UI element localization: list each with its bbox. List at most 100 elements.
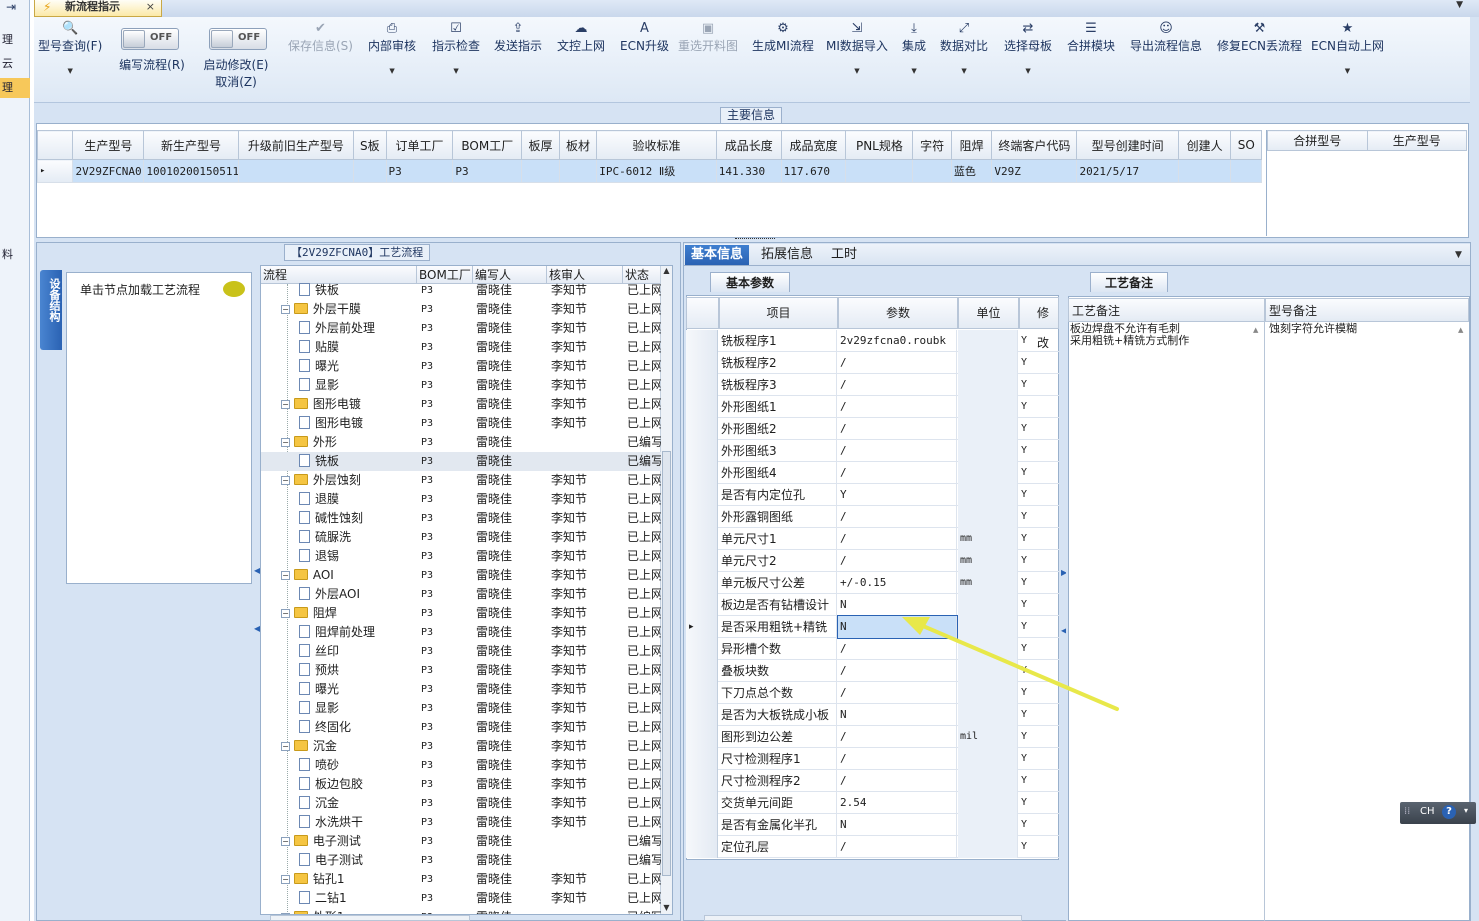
param-value[interactable]: /: [838, 770, 957, 792]
chevron-down-icon[interactable]: ▼: [1455, 250, 1462, 260]
collapse-icon[interactable]: −: [281, 571, 290, 580]
edit-flow-toggle[interactable]: OFF: [121, 28, 179, 50]
param-col-value[interactable]: 参数: [838, 297, 958, 329]
tree-row[interactable]: − 图形电镀 P3 雷晓佳 李知节 已上网: [261, 395, 661, 414]
tree-row[interactable]: 碱性蚀刻 P3 雷晓佳 李知节 已上网: [261, 509, 661, 528]
collapse-icon[interactable]: −: [281, 438, 290, 447]
toolbar-button-16[interactable]: ★ ECN自动上网 ▼: [1311, 21, 1384, 75]
tree-row[interactable]: 退膜 P3 雷晓佳 李知节 已上网: [261, 490, 661, 509]
param-value[interactable]: /: [838, 748, 957, 770]
scroll-up-icon[interactable]: ▲: [1458, 326, 1463, 334]
param-row[interactable]: 交货单元间距 2.54 Y: [686, 792, 1059, 814]
table-cell[interactable]: [521, 159, 560, 183]
modify-label[interactable]: 启动修改(E): [200, 57, 272, 73]
main-col-header[interactable]: 创建人: [1177, 130, 1232, 160]
param-row[interactable]: 外形图纸1/ Y: [686, 396, 1059, 418]
tree-row[interactable]: 预烘 P3 雷晓佳 李知节 已上网: [261, 661, 661, 680]
main-col-header[interactable]: PNL规格: [845, 130, 914, 160]
param-value[interactable]: /: [838, 418, 957, 440]
node-hint-panel[interactable]: 单击节点加载工艺流程: [66, 272, 252, 584]
param-row[interactable]: 铣板程序1 2v29zfcna0.roubk Y: [686, 330, 1059, 352]
tree-row[interactable]: 贴膜 P3 雷晓佳 李知节 已上网: [261, 338, 661, 357]
tree-row[interactable]: − 沉金 P3 雷晓佳 李知节 已上网: [261, 737, 661, 756]
tree-row[interactable]: − 外层干膜 P3 雷晓佳 李知节 已上网: [261, 300, 661, 319]
table-row[interactable]: ▸ 2V29ZFCNA0 10010200150511 P3 P3 IPC-6012 Ⅱ级…: [36, 159, 1262, 183]
param-value[interactable]: Y: [838, 484, 957, 506]
scroll-thumb[interactable]: [662, 451, 671, 876]
toolbar-button-12[interactable]: ⇄ 选择母板 ▼: [1004, 21, 1052, 75]
close-icon[interactable]: ×: [146, 0, 155, 13]
table-cell[interactable]: 10010200150511: [143, 159, 239, 183]
param-row[interactable]: 单元板尺寸公差 +/-0.15 mm Y: [686, 572, 1059, 594]
tree-row[interactable]: 喷砂 P3 雷晓佳 李知节 已上网: [261, 756, 661, 775]
chevron-down-icon[interactable]: ▾: [1464, 806, 1468, 815]
tree-row[interactable]: 曝光 P3 雷晓佳 李知节 已上网: [261, 680, 661, 699]
param-value[interactable]: /: [838, 462, 957, 484]
nav-item-2[interactable]: 云: [0, 54, 30, 74]
tree-row[interactable]: − 外层蚀刻 P3 雷晓佳 李知节 已上网: [261, 471, 661, 490]
param-value[interactable]: /: [838, 550, 957, 572]
window-tab[interactable]: ⚡ 新流程指示 ×: [34, 0, 162, 17]
param-col-item[interactable]: 项目: [719, 297, 838, 329]
param-row[interactable]: 尺寸检测程序1/ Y: [686, 748, 1059, 770]
ime-label[interactable]: CH: [1420, 806, 1435, 817]
toolbar-button-10[interactable]: ⤓ 集成 ▼: [902, 21, 926, 75]
main-col-header[interactable]: 成品宽度: [780, 130, 847, 160]
tree-row[interactable]: 丝印 P3 雷晓佳 李知节 已上网: [261, 642, 661, 661]
param-value[interactable]: /: [838, 374, 957, 396]
param-row[interactable]: 是否有金属化半孔 N Y: [686, 814, 1059, 836]
toolbar-button-5[interactable]: ☁ 文控上网: [557, 21, 605, 53]
tree-row[interactable]: 硫脲洗 P3 雷晓佳 李知节 已上网: [261, 528, 661, 547]
table-cell[interactable]: [845, 159, 914, 183]
table-cell[interactable]: P3: [452, 159, 523, 183]
cancel-label[interactable]: 取消(Z): [200, 74, 272, 90]
nav-item-3[interactable]: 理: [0, 78, 30, 98]
table-cell[interactable]: [1230, 159, 1262, 183]
param-row[interactable]: 外形图纸2/ Y: [686, 418, 1059, 440]
tree-row[interactable]: 外层AOI P3 雷晓佳 李知节 已上网: [261, 585, 661, 604]
param-row[interactable]: 单元尺寸2/mm Y: [686, 550, 1059, 572]
main-col-header[interactable]: 终端客户代码: [991, 130, 1078, 160]
param-col-unit[interactable]: 单位: [958, 297, 1019, 329]
table-cell[interactable]: 117.670: [780, 159, 847, 183]
collapse-icon[interactable]: −: [281, 875, 290, 884]
tree-row[interactable]: − 外形1P3雷晓佳已编写: [261, 908, 661, 914]
param-row[interactable]: 单元尺寸1/mm Y: [686, 528, 1059, 550]
toolbar-button-14[interactable]: ☺ 导出流程信息: [1130, 21, 1202, 53]
param-row[interactable]: 尺寸检测程序2/ Y: [686, 770, 1059, 792]
main-col-header[interactable]: BOM工厂: [452, 130, 523, 160]
help-icon[interactable]: ?: [1442, 805, 1456, 819]
subtab-basic-params[interactable]: 基本参数: [710, 272, 790, 292]
chevron-down-icon[interactable]: ▼: [1456, 0, 1463, 10]
tree-row[interactable]: 二钻1 P3 雷晓佳 李知节 已上网: [261, 889, 661, 908]
remarks-col-model[interactable]: 型号备注: [1265, 298, 1469, 322]
merge-col-header[interactable]: 合拼型号: [1267, 130, 1368, 151]
param-row[interactable]: 是否有内定位孔 Y Y: [686, 484, 1059, 506]
tree-row[interactable]: 曝光 P3 雷晓佳 李知节 已上网: [261, 357, 661, 376]
param-row[interactable]: 外形图纸4/ Y: [686, 462, 1059, 484]
chevron-down-icon[interactable]: ▼: [940, 67, 988, 75]
param-row[interactable]: 图形到边公差 / mil Y: [686, 726, 1059, 748]
table-cell[interactable]: [237, 159, 355, 183]
tree-row[interactable]: 显影 P3 雷晓佳 李知节 已上网: [261, 376, 661, 395]
toolbar-button-6[interactable]: A ECN升级: [620, 21, 669, 53]
table-cell[interactable]: [912, 159, 952, 183]
model-note[interactable]: 蚀刻字符允许模糊: [1269, 323, 1357, 335]
param-value[interactable]: /: [838, 396, 957, 418]
param-value[interactable]: /: [838, 726, 957, 748]
tree-row[interactable]: 板边包胶 P3 雷晓佳 李知节 已上网: [261, 775, 661, 794]
login-icon[interactable]: ⇥: [6, 0, 16, 14]
param-value[interactable]: /: [838, 440, 957, 462]
main-col-header[interactable]: 生产型号: [72, 130, 145, 160]
toolbar-button-4[interactable]: ⇪ 发送指示: [494, 21, 542, 53]
chevron-down-icon[interactable]: ▼: [38, 67, 102, 75]
table-cell[interactable]: [353, 159, 387, 183]
table-cell[interactable]: [1177, 159, 1232, 183]
param-row[interactable]: 外形图纸3/ Y: [686, 440, 1059, 462]
param-row[interactable]: 铣板程序3/ Y: [686, 374, 1059, 396]
tree-row[interactable]: − 电子测试 P3 雷晓佳 已编写: [261, 832, 661, 851]
tree-row[interactable]: 沉金 P3 雷晓佳 李知节 已上网: [261, 794, 661, 813]
chevron-down-icon[interactable]: ▼: [1311, 67, 1384, 75]
tree-row[interactable]: 图形电镀 P3 雷晓佳 李知节 已上网: [261, 414, 661, 433]
param-value[interactable]: N: [838, 814, 957, 836]
